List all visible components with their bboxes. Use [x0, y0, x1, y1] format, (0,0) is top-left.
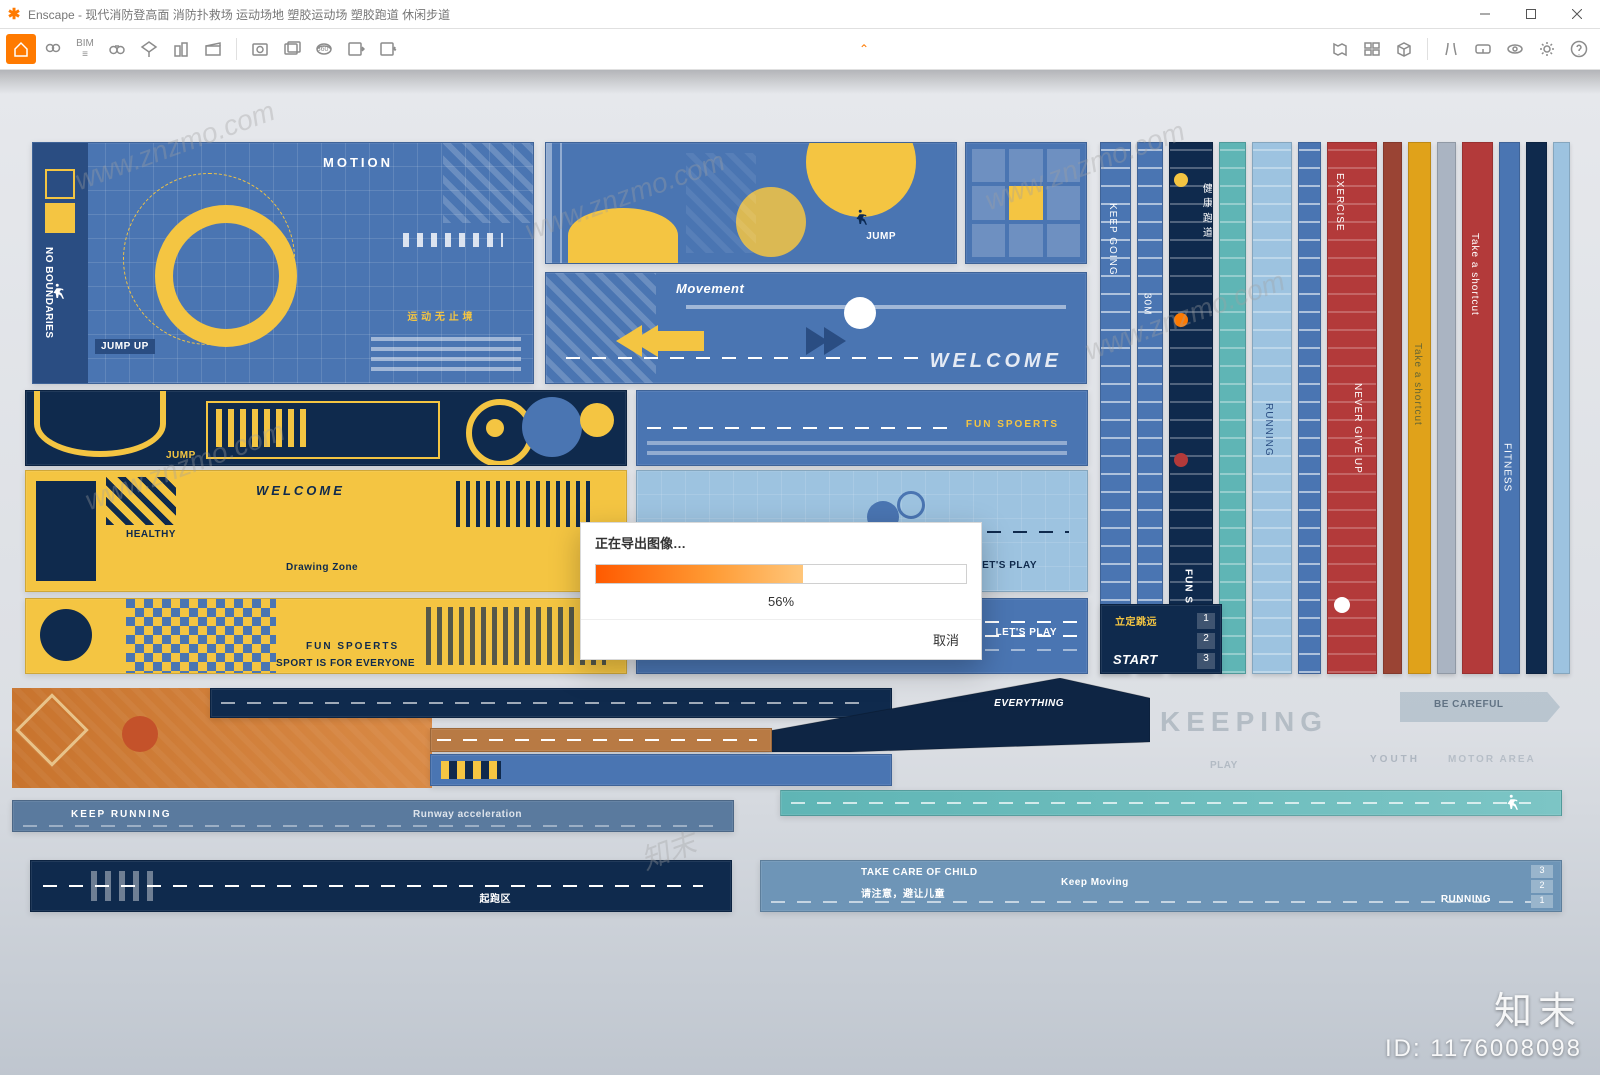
artwork-jump-panel: JUMP: [545, 142, 957, 264]
collapse-toolbar-icon[interactable]: ⌃: [859, 42, 869, 56]
export-exe-button[interactable]: [373, 34, 403, 64]
buildings-button[interactable]: [166, 34, 196, 64]
watermark-brand: 知末 ID: 1176008098: [1385, 980, 1582, 1063]
clapperboard-button[interactable]: [198, 34, 228, 64]
artwork-checker: FUN SPOERTS SPORT IS FOR EVERYONE: [25, 598, 627, 674]
document-title: 现代消防登高面 消防扑救场 运动场地 塑胶运动场 塑胶跑道 休闲步道: [85, 8, 450, 22]
separator: [1427, 38, 1428, 60]
artwork-vertical-strips: KEEP GOING 30M FUN SPOERTS 健 康 跑 道 RUNNI…: [1100, 142, 1570, 672]
toolbar: BIM≡ 360° ⌃: [0, 28, 1600, 70]
artwork-start-badge: START 立定跳远 1 2 3: [1100, 604, 1222, 674]
export-button[interactable]: [341, 34, 371, 64]
dialog-title: 正在导出图像…: [581, 523, 981, 558]
ghost-keeping: KEEPING: [1160, 706, 1328, 738]
cancel-button[interactable]: 取消: [911, 620, 981, 659]
artwork-everything-wing: EVERYTHING: [730, 678, 1150, 758]
ghost-youth: YOUTH: [1370, 754, 1420, 765]
app-name: Enscape: [28, 8, 75, 22]
visual-settings-button[interactable]: [1500, 34, 1530, 64]
artwork-fun-sports-bar: FUN SPOERTS: [636, 390, 1088, 466]
artwork-welcome-panel: Movement WELCOME: [545, 272, 1087, 384]
close-button[interactable]: [1554, 0, 1600, 28]
bim-button[interactable]: BIM≡: [70, 34, 100, 64]
export-dialog: 正在导出图像… 56% 取消: [580, 522, 982, 660]
map-button[interactable]: [1325, 34, 1355, 64]
progress-bar: [595, 564, 967, 584]
settings-button[interactable]: [1532, 34, 1562, 64]
window-controls: [1462, 0, 1600, 28]
panorama-button[interactable]: 360°: [309, 34, 339, 64]
asset-library-button[interactable]: [1357, 34, 1387, 64]
artwork-blue-track-1: [430, 728, 772, 752]
walk-mode-button[interactable]: [1436, 34, 1466, 64]
cube-button[interactable]: [1389, 34, 1419, 64]
minimize-button[interactable]: [1462, 0, 1508, 28]
viewport[interactable]: NO BOUNDARIES JUMP UP MOTION 运 动 无 止 境 J…: [0, 70, 1600, 1075]
binoculars-button[interactable]: [102, 34, 132, 64]
progress-bar-fill: [596, 565, 803, 583]
artwork-bottom-lightblue: TAKE CARE OF CHILD 请注意，避让儿童 Keep Moving …: [760, 860, 1562, 912]
home-button[interactable]: [6, 34, 36, 64]
titlebar: ✱ Enscape - 现代消防登高面 消防扑救场 运动场地 塑胶运动场 塑胶跑…: [0, 0, 1600, 28]
be-careful-sign: BE CAREFUL: [1400, 692, 1560, 722]
vr-button[interactable]: [1468, 34, 1498, 64]
app-logo-icon: ✱: [0, 5, 28, 23]
separator: [236, 38, 237, 60]
artwork-teal-track: [780, 790, 1562, 816]
batch-render-button[interactable]: [277, 34, 307, 64]
window-title: Enscape - 现代消防登高面 消防扑救场 运动场地 塑胶运动场 塑胶跑道 …: [28, 6, 1462, 23]
artwork-welcome-yellow: WELCOME HEALTHY Drawing Zone: [25, 470, 627, 592]
screenshot-button[interactable]: [245, 34, 275, 64]
artwork-bottom-navy-1: 起跑区: [30, 860, 732, 912]
ghost-play: PLAY: [1210, 760, 1238, 771]
map-pin-button[interactable]: [38, 34, 68, 64]
toolbar-spacer: ⌃: [405, 42, 1323, 56]
ghost-motor-area: MOTOR AREA: [1448, 754, 1536, 765]
help-button[interactable]: [1564, 34, 1594, 64]
progress-percent: 56%: [581, 588, 981, 619]
artwork-motion-panel: NO BOUNDARIES JUMP UP MOTION 运 动 无 止 境: [32, 142, 534, 384]
artwork-keep-running: KEEP RUNNING Runway acceleration: [12, 800, 734, 832]
artwork-navy-bar-1: JUMP: [25, 390, 627, 466]
perspective-button[interactable]: [134, 34, 164, 64]
artwork-sport-icons-panel: [965, 142, 1087, 264]
maximize-button[interactable]: [1508, 0, 1554, 28]
artwork-blue-track-2: [430, 754, 892, 786]
